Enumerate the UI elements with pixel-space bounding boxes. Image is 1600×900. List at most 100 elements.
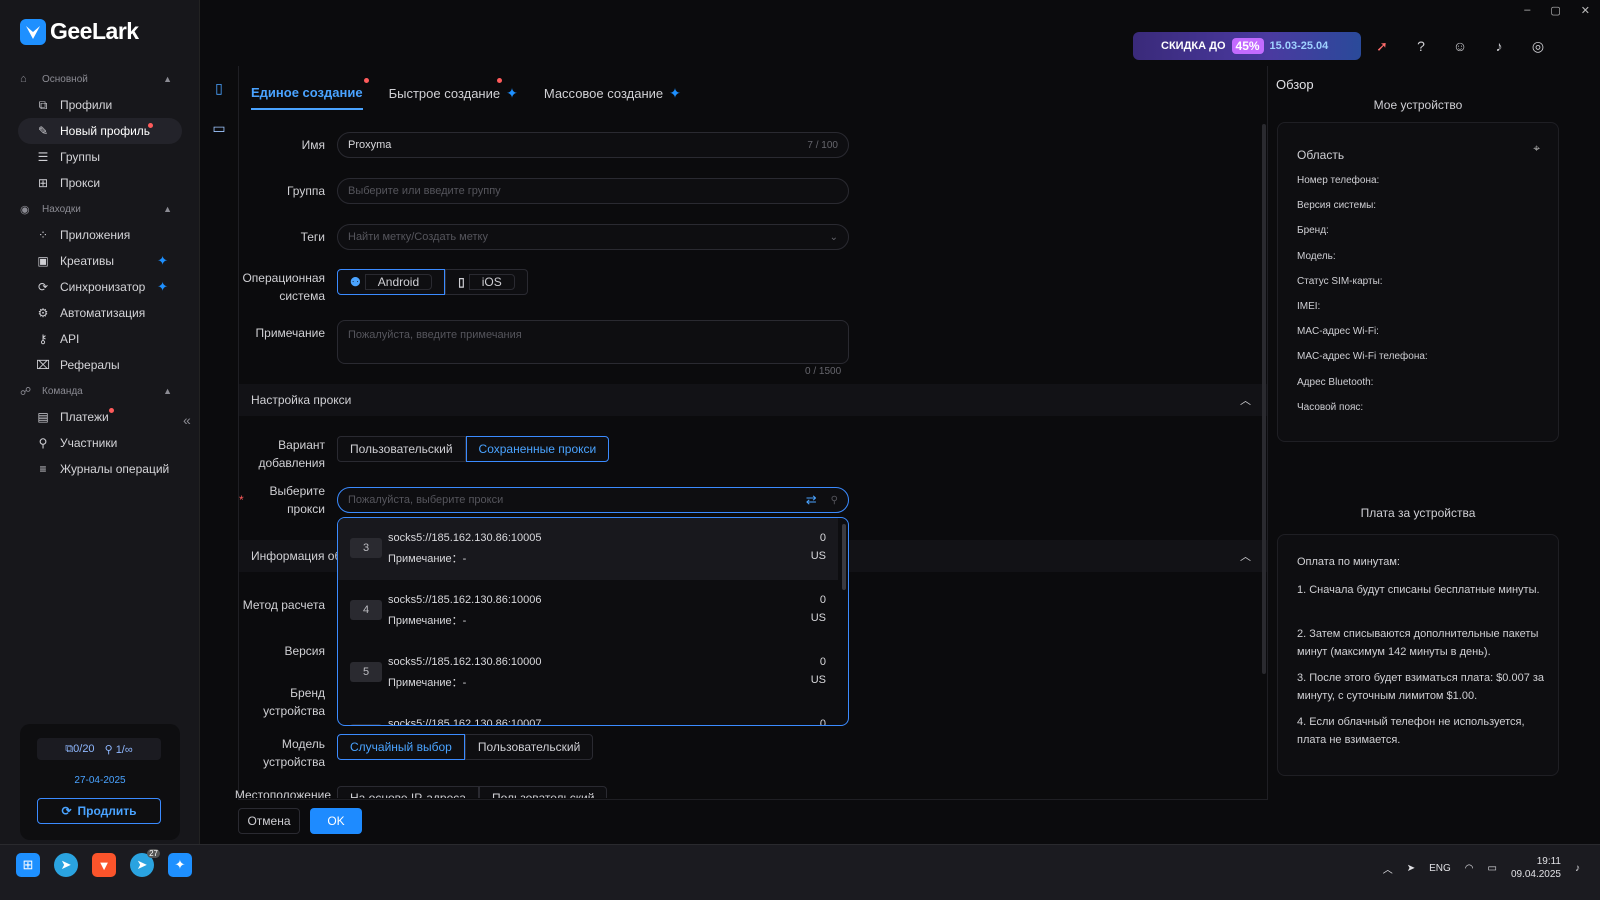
sidebar-item-referrals[interactable]: ⌧ Рефералы (18, 352, 182, 378)
variant-saved-button[interactable]: Сохраненные прокси (465, 436, 610, 462)
model-random-button[interactable]: Случайный выбор (337, 734, 465, 760)
location-custom-button[interactable]: Пользовательский (478, 786, 608, 798)
sidebar-item-new-profile[interactable]: ✎ Новый профиль (18, 118, 182, 144)
tab-quick-create[interactable]: Быстрое создание ✦ (389, 76, 518, 110)
apple-icon: ▯ (458, 275, 465, 289)
chevron-up-icon: ▲ (163, 74, 172, 84)
sidebar-item-groups[interactable]: ☰ Группы (18, 144, 182, 170)
tab-single-create[interactable]: Единое создание (251, 76, 369, 110)
shuffle-icon[interactable]: ⇄ (806, 492, 817, 508)
ok-button[interactable]: OK (310, 808, 362, 834)
network-icon: ⊞ (37, 176, 49, 190)
add-variant-label: Вариант добавления (258, 438, 325, 470)
proxy-select-input[interactable]: Пожалуйста, выберите прокси ⇄ ⚲ (337, 487, 849, 513)
account-icon[interactable]: ◎ (1528, 36, 1548, 56)
renew-button[interactable]: ⟳ Продлить (37, 798, 161, 824)
name-input[interactable]: Proxyma 7 / 100 (337, 132, 849, 158)
clock[interactable]: 19:11 09.04.2025 (1511, 855, 1561, 881)
location-ip-button[interactable]: На основе IP-адреса (337, 786, 479, 798)
dropdown-scrollbar[interactable] (842, 524, 846, 590)
proxy-option[interactable]: 5 socks5://185.162.130.86:10000 Примечан… (338, 642, 838, 704)
os-android-button[interactable]: ⚉ Android (337, 269, 446, 295)
battery-icon[interactable]: ▭ (1487, 863, 1496, 874)
user-icon: ⚲ (38, 436, 48, 450)
sidebar-item-logs[interactable]: ≡ Журналы операций (18, 456, 182, 482)
sidebar-item-sync[interactable]: ⟳ Синхронизатор ✦ (18, 274, 182, 300)
promo-percent: 45% (1231, 38, 1264, 54)
proxy-option[interactable]: 3 socks5://185.162.130.86:10005 Примечан… (338, 518, 838, 580)
tab-bulk-create[interactable]: Массовое создание ✦ (544, 76, 681, 110)
apps-icon: ⁘ (37, 228, 49, 242)
sidebar-item-proxy[interactable]: ⊞ Прокси (18, 170, 182, 196)
tags-label: Теги (300, 230, 325, 244)
promo-banner[interactable]: СКИДКА ДО 45% 15.03-25.04 (1133, 32, 1361, 60)
os-ios-button[interactable]: ▯ iOS (445, 269, 528, 295)
telegram-icon[interactable]: ➤ (54, 853, 78, 877)
wallet-icon: ▤ (37, 410, 49, 424)
telegram-icon[interactable]: ➤ 27 (130, 849, 160, 877)
timezone-label: Часовой пояс: (1297, 402, 1364, 413)
notification-dot (363, 78, 369, 83)
tags-select[interactable]: Найти метку/Создать метку ⌄ (337, 224, 849, 250)
model-label: Модель устройства (263, 737, 325, 769)
minimize-icon[interactable]: – (1524, 4, 1530, 17)
proxy-settings-section[interactable]: Настройка прокси ︿ (239, 384, 1267, 416)
sidebar-item-creatives[interactable]: ▣ Креативы ✦ (18, 248, 182, 274)
subscription-date: 27-04-2025 (74, 775, 126, 786)
sidebar-item-members[interactable]: ⚲ Участники (18, 430, 182, 456)
premium-bird-icon: ✦ (669, 84, 681, 101)
desktop-icon[interactable]: ▭ (210, 120, 228, 138)
brave-browser-icon[interactable]: ▼ (92, 853, 116, 877)
list-icon: ☰ (37, 150, 49, 164)
home-icon: ⌂ (20, 73, 27, 85)
model-custom-button[interactable]: Пользовательский (464, 734, 594, 760)
geelark-taskbar-icon[interactable]: ✦ (168, 853, 192, 877)
chevron-up-icon[interactable]: ︿ (1383, 861, 1393, 876)
chevron-up-icon: ︿ (1240, 395, 1251, 407)
notification-bell-icon[interactable]: ♪ (1575, 863, 1580, 874)
brand-label: Бренд устройства (263, 686, 325, 718)
windows-start-icon[interactable]: ⊞ (16, 853, 40, 877)
wifi-mac-label: MAC-адрес Wi-Fi: (1297, 326, 1379, 337)
proxy-option[interactable]: 6 socks5://185.162.130.86:10007 0 (338, 704, 838, 725)
sidebar-item-api[interactable]: ⚷ API (18, 326, 182, 352)
support-icon[interactable]: ☺ (1450, 36, 1470, 56)
brand-info-label: Бренд: (1297, 225, 1329, 236)
taskbar-apps: ⊞ ➤ ▼ ➤ 27 ✦ (16, 849, 192, 877)
device-info-card: Область ⌖ Номер телефона: Версия системы… (1277, 122, 1559, 442)
note-char-count: 0 / 1500 (805, 366, 842, 377)
help-icon[interactable]: ? (1411, 36, 1431, 56)
proxy-option[interactable]: 4 socks5://185.162.130.86:10006 Примечан… (338, 580, 838, 642)
close-icon[interactable]: ✕ (1581, 4, 1590, 17)
note-textarea[interactable]: Пожалуйста, введите примечания (337, 320, 849, 364)
window-controls: – ▢ ✕ (1524, 4, 1590, 17)
phone-icon[interactable]: ▯ (210, 80, 228, 98)
os-label: Операционная система (242, 271, 325, 303)
send-icon[interactable]: ➤ (1407, 863, 1415, 874)
language-indicator[interactable]: ENG (1429, 863, 1451, 874)
sidebar-section-finds[interactable]: ◉ Находки ▲ (18, 196, 182, 222)
promo-dates: 15.03-25.04 (1269, 40, 1329, 52)
location-pin-icon[interactable]: ⌖ (1533, 141, 1540, 156)
cancel-button[interactable]: Отмена (238, 808, 300, 834)
user-icon: ⚲ (104, 743, 116, 756)
group-select[interactable]: Выберите или введите группу (337, 178, 849, 204)
sidebar-section-team[interactable]: ☍ Команда ▲ (18, 378, 182, 404)
fee-rule-4: 4. Если облачный телефон не используется… (1297, 716, 1525, 746)
sidebar-item-automation[interactable]: ⚙ Автоматизация (18, 300, 182, 326)
variant-custom-button[interactable]: Пользовательский (337, 436, 466, 462)
sidebar-item-payments[interactable]: ▤ Платежи (18, 404, 182, 430)
form-actions: Отмена OK (238, 808, 362, 834)
wifi-icon[interactable]: ◠ (1465, 863, 1474, 874)
device-fee-title: Плата за устройства (1360, 506, 1476, 520)
maximize-icon[interactable]: ▢ (1550, 4, 1560, 17)
bell-icon[interactable]: ♪ (1489, 36, 1509, 56)
sidebar-item-profiles[interactable]: ⧉ Профили (18, 92, 182, 118)
rocket-icon[interactable]: ➚ (1372, 36, 1392, 56)
premium-bird-icon: ✦ (157, 279, 168, 294)
system-tray: ︿ ➤ ENG ◠ ▭ 19:11 09.04.2025 ♪ (1383, 855, 1580, 881)
form-scrollbar[interactable] (1262, 124, 1266, 674)
sidebar-item-apps[interactable]: ⁘ Приложения (18, 222, 182, 248)
collapse-sidebar-icon[interactable]: « (183, 412, 191, 428)
sidebar-section-basic[interactable]: ⌂ Основной ▲ (18, 66, 182, 92)
